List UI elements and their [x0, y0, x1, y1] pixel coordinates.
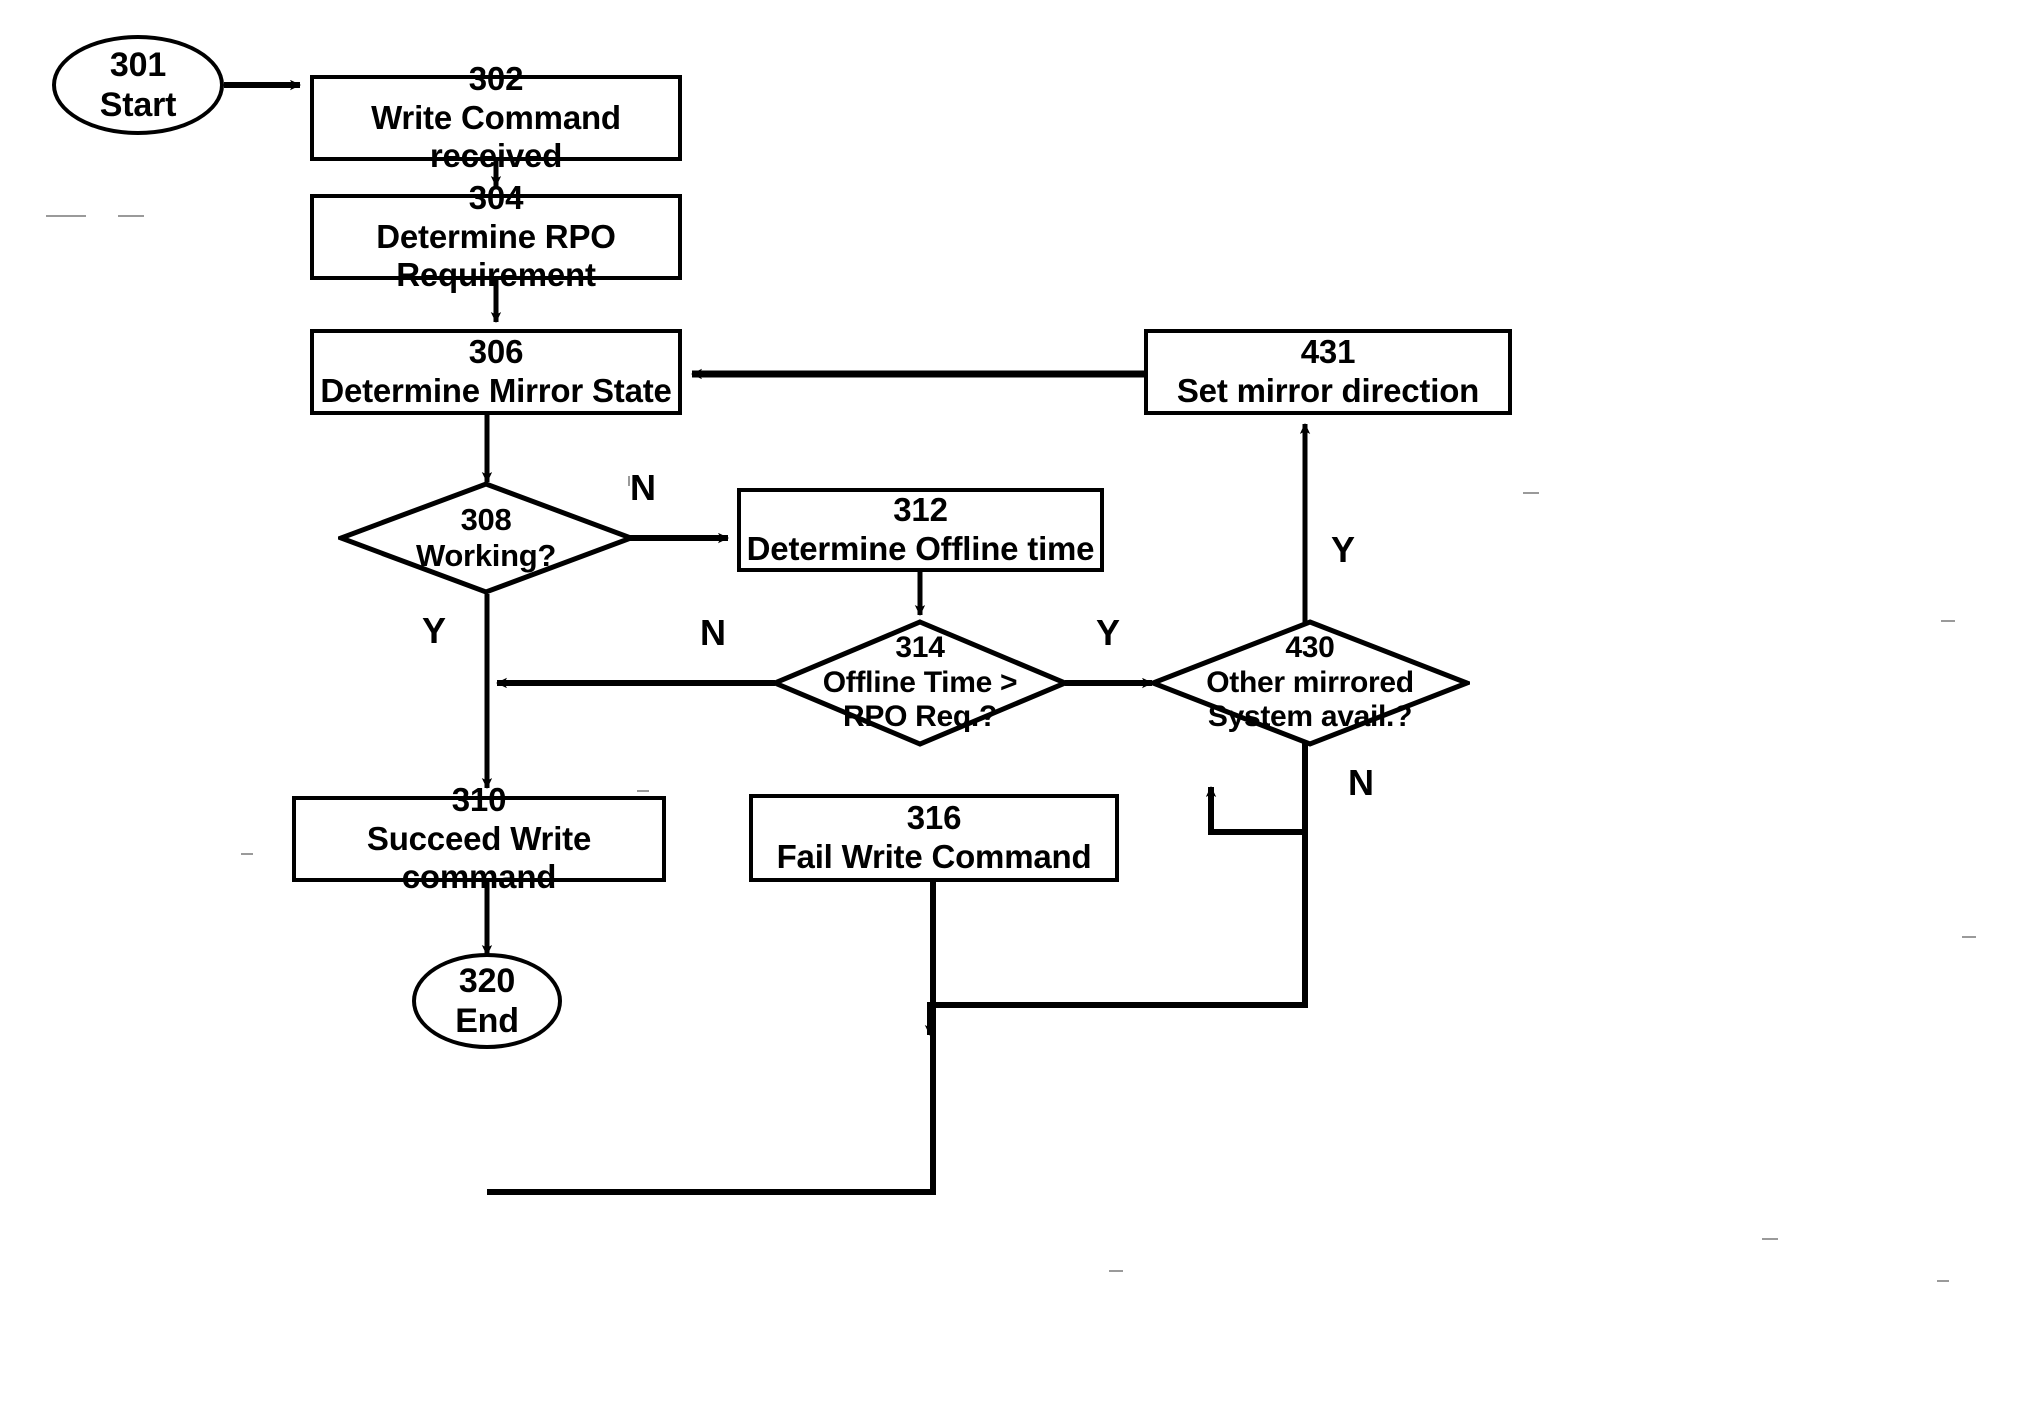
node-302-ref: 302: [468, 59, 524, 97]
node-314-label: Offline Time >: [822, 665, 1018, 699]
node-320-label: End: [455, 1002, 519, 1040]
node-312-determine-offline-time[interactable]: 312 Determine Offline time: [737, 488, 1104, 572]
node-306-determine-mirror-state[interactable]: 306 Determine Mirror State: [310, 329, 682, 415]
edge-label-314-no: N: [700, 612, 726, 653]
node-320-end[interactable]: 320 End: [412, 953, 562, 1049]
node-431-label: Set mirror direction: [1176, 372, 1480, 409]
scan-artifact: [1962, 936, 1976, 938]
node-306-ref: 306: [468, 333, 524, 371]
node-301-label: Start: [99, 86, 177, 124]
scan-artifact: [1762, 1238, 1778, 1240]
edge-label-308-yes: Y: [422, 610, 447, 651]
scan-artifact: [118, 215, 144, 217]
node-312-label: Determine Offline time: [746, 530, 1095, 567]
edge-label-308-no: N: [630, 467, 656, 508]
node-308-label: Working?: [416, 538, 556, 573]
node-430-ref: 430: [1285, 631, 1335, 665]
node-314-offline-time-vs-rpo-decision[interactable]: 314 Offline Time > RPO Req.?: [772, 619, 1068, 747]
scan-artifact: [46, 215, 86, 217]
node-301-start[interactable]: 301 Start: [52, 35, 224, 135]
node-302-write-command-received[interactable]: 302 Write Command received: [310, 60, 682, 174]
node-310-ref: 310: [451, 780, 507, 818]
node-310-succeed-write-command[interactable]: 310 Succeed Write command: [292, 781, 666, 895]
node-314-label-line2: RPO Req.?: [843, 700, 997, 734]
node-430-other-mirrored-system-decision[interactable]: 430 Other mirrored System avail.?: [1150, 619, 1470, 747]
node-320-ref: 320: [458, 961, 516, 1000]
scan-artifact: [1109, 1270, 1123, 1272]
node-316-fail-write-command[interactable]: 316 Fail Write Command: [749, 794, 1119, 882]
node-308-working-decision[interactable]: 308 Working?: [338, 481, 634, 595]
node-430-label-line2: System avail.?: [1207, 700, 1413, 734]
flowchart-canvas: 301 Start 302 Write Command received 304…: [0, 0, 2037, 1416]
scan-artifact: [1937, 1280, 1949, 1282]
edge-label-314-yes: Y: [1096, 612, 1121, 653]
node-314-ref: 314: [895, 631, 945, 665]
scan-artifact: [628, 476, 630, 486]
node-316-ref: 316: [906, 799, 962, 837]
scan-artifact: [637, 790, 649, 792]
node-302-label: Write Command received: [371, 98, 621, 175]
edge-label-430-no: N: [1348, 762, 1374, 803]
node-312-ref: 312: [893, 491, 948, 529]
node-316-label: Fail Write Command: [776, 838, 1092, 875]
node-430-label: Other mirrored: [1206, 665, 1414, 699]
edge-label-430-yes: Y: [1331, 529, 1356, 570]
edge-430-316: [924, 742, 1308, 1036]
scan-artifact: [1523, 492, 1539, 494]
node-304-label: Determine RPO Requirement: [376, 217, 616, 294]
node-304-determine-rpo-requirement[interactable]: 304 Determine RPO Requirement: [310, 179, 682, 293]
node-304-ref: 304: [468, 178, 524, 216]
node-308-ref: 308: [460, 502, 512, 538]
node-431-set-mirror-direction[interactable]: 431 Set mirror direction: [1144, 329, 1512, 415]
scan-artifact: [241, 853, 253, 855]
node-301-ref: 301: [109, 45, 167, 84]
node-306-label: Determine Mirror State: [320, 372, 672, 409]
scan-artifact: [1941, 620, 1955, 622]
node-310-label: Succeed Write command: [366, 819, 592, 896]
node-431-ref: 431: [1300, 333, 1356, 371]
